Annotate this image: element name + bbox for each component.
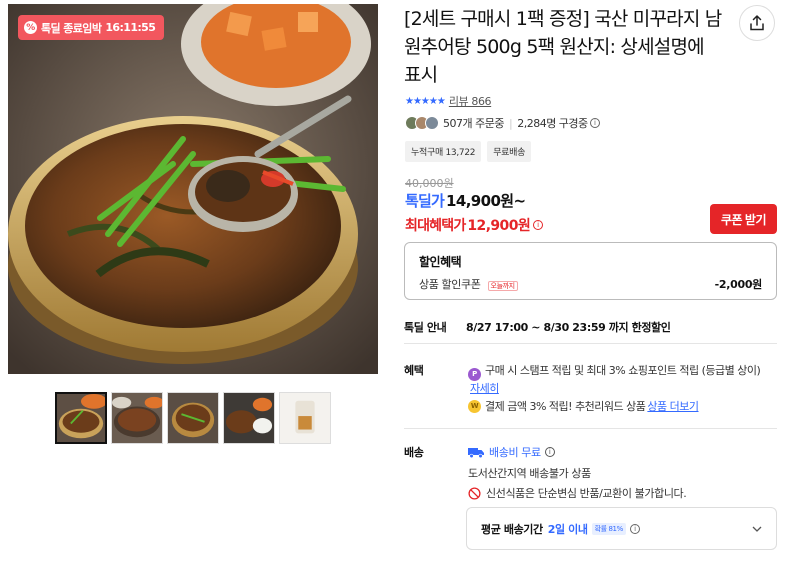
truck-icon (468, 447, 484, 458)
thumbnail-3[interactable] (167, 392, 219, 444)
chevron-down-icon (752, 526, 762, 532)
orders-count: 507개 주문중 (443, 117, 504, 130)
deal-price-row: 톡딜가 14,900원~ (405, 190, 526, 211)
reward-coin-icon: W (468, 399, 481, 413)
watchers-count: 2,284명 구경중 (517, 117, 588, 130)
thumbnail-image (168, 393, 218, 443)
thumbnail-2[interactable] (111, 392, 163, 444)
deal-notice-value: 8/27 17:00 ~ 8/30 23:59 까지 한정할인 (466, 321, 671, 334)
buyers-row: 507개 주문중 | 2,284명 구경중 i (405, 115, 600, 131)
thumbnail-1[interactable] (55, 392, 107, 444)
get-coupon-button[interactable]: 쿠폰 받기 (710, 204, 777, 234)
no-return-notice: 신선식품은 단순변심 반품/교환이 불가합니다. (468, 485, 687, 501)
more-products-link[interactable]: 상품 더보기 (647, 398, 699, 414)
shipping-fee-text: 배송비 무료 (489, 446, 541, 459)
deal-countdown-badge: % 톡딜 종료임박 16:11:55 (18, 15, 165, 40)
deal-notice-label: 톡딜 안내 (404, 321, 447, 334)
coupon-row: 상품 할인쿠폰 오늘까지 -2,000원 (419, 276, 762, 292)
cumulative-purchase-chip: 누적구매 13,722 (405, 141, 482, 162)
original-price: 40,000원 (405, 177, 454, 190)
point-benefit-text: 구매 시 스탬프 적립 및 최대 3% 쇼핑포인트 적립 (등급별 상이) (485, 364, 761, 377)
discount-benefit-box: 할인혜택 상품 할인쿠폰 오늘까지 -2,000원 (404, 242, 777, 300)
reward-benefit-text: 결제 금액 3% 적립! 추천리워드 상품 (485, 400, 646, 413)
prohibited-icon (468, 486, 481, 500)
max-benefit-price-row: 최대혜택가 12,900원 i (405, 215, 544, 235)
info-icon[interactable]: i (629, 523, 640, 534)
today-only-tag: 오늘까지 (487, 281, 518, 291)
share-button[interactable] (739, 5, 775, 41)
thumbnail-image (112, 393, 162, 443)
thumbnail-image (57, 394, 105, 442)
max-benefit-value: 12,900원 (467, 218, 531, 234)
point-coin-icon: P (468, 367, 481, 381)
coupon-amount: -2,000원 (714, 278, 763, 291)
deal-badge-label: 톡딜 종료임박 (41, 21, 102, 35)
stew-photo (8, 4, 378, 374)
deal-price-value: 14,900원~ (446, 192, 526, 210)
thumbnail-image (224, 393, 274, 443)
shipping-fee-row: 배송비 무료 i (468, 444, 555, 460)
thumbnail-5[interactable] (279, 392, 331, 444)
details-link[interactable]: 자세히 (470, 382, 499, 395)
info-icon[interactable]: i (589, 118, 600, 128)
free-shipping-chip: 무료배송 (487, 141, 532, 162)
point-benefit: P 구매 시 스탬프 적립 및 최대 3% 쇼핑포인트 적립 (등급별 상이) 자… (468, 363, 768, 397)
max-benefit-label: 최대혜택가 (405, 218, 466, 234)
percent-icon: % (24, 21, 37, 34)
coupon-label: 상품 할인쿠폰 (419, 278, 481, 291)
thumbnail-image (280, 393, 330, 443)
main-product-image[interactable]: % 톡딜 종료임박 16:11:55 (8, 4, 378, 374)
product-chips: 누적구매 13,722 무료배송 (405, 141, 532, 162)
shipping-label: 배송 (404, 446, 424, 459)
no-return-text: 신선식품은 단순변심 반품/교환이 불가합니다. (486, 487, 687, 500)
discount-header: 할인혜택 (419, 255, 462, 269)
buyer-avatars (405, 116, 439, 130)
star-rating-icon: ★★★★★ (405, 95, 446, 107)
divider (404, 343, 777, 344)
share-icon (750, 15, 764, 31)
separator: | (508, 116, 513, 130)
thumbnail-strip (55, 392, 331, 444)
avg-delivery-value: 2일 이내 (547, 522, 588, 536)
info-icon[interactable]: i (544, 447, 555, 457)
benefits-label: 혜택 (404, 364, 424, 377)
delivery-probability-tag: 확률 81% (591, 522, 626, 535)
info-icon[interactable]: i (533, 220, 544, 230)
deal-price-label: 톡딜가 (405, 192, 445, 210)
product-title: [2세트 구매시 1팩 증정] 국산 미꾸라지 남원추어탕 500g 5팩 원산… (404, 8, 722, 86)
average-delivery-dropdown[interactable]: 평균 배송기간 2일 이내 확률 81% i (466, 507, 777, 550)
avatar (425, 116, 439, 130)
thumbnail-4[interactable] (223, 392, 275, 444)
reward-benefit: W 결제 금액 3% 적립! 추천리워드 상품 상품 더보기 (468, 398, 699, 414)
shipping-restriction: 도서산간지역 배송불가 상품 (468, 467, 591, 480)
deal-countdown-timer: 16:11:55 (105, 21, 156, 34)
avg-delivery-label: 평균 배송기간 (481, 522, 543, 536)
deal-notice-row: 톡딜 안내 8/27 17:00 ~ 8/30 23:59 까지 한정할인 (404, 319, 671, 335)
divider (404, 428, 777, 429)
rating-row: ★★★★★ 리뷰 866 (405, 93, 492, 109)
review-count-link[interactable]: 리뷰 866 (449, 93, 492, 109)
